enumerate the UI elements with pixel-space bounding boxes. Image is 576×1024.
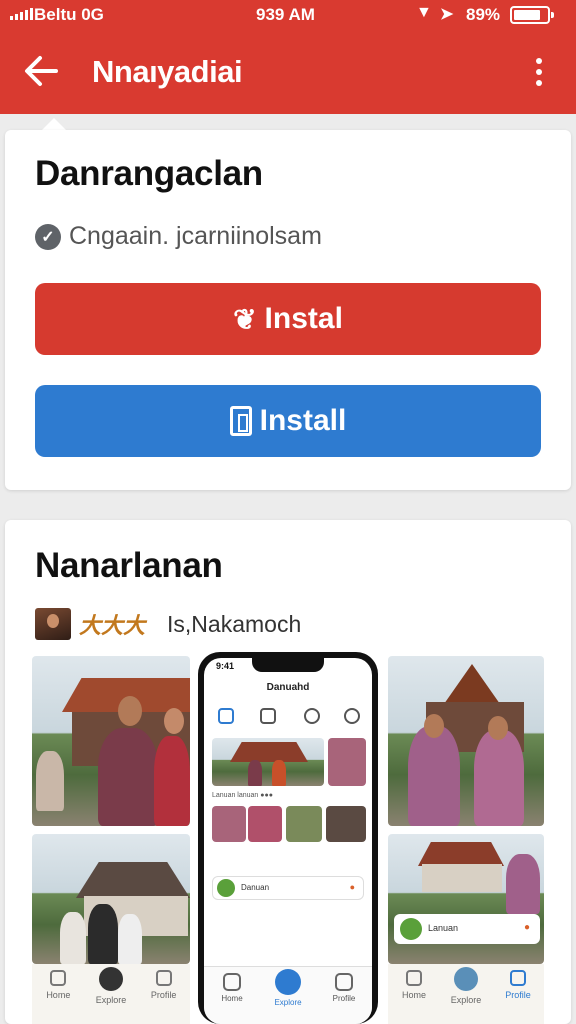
status-bar: Beltu 0G 939 AM ▼ ➤ 89%: [0, 0, 576, 32]
publisher-name[interactable]: Cngaain. jcarniinolsam: [69, 222, 322, 251]
install-button-secondary[interactable]: Install: [35, 385, 541, 457]
card-pointer: [42, 118, 66, 130]
phone-hero-image: [212, 738, 324, 786]
location-icon: ➤: [440, 6, 454, 23]
developer-row[interactable]: 大大大 Is,Nakamoch: [35, 608, 301, 640]
install-primary-label: Instal: [264, 302, 343, 335]
phone-list-item-1: Danuan ●: [212, 876, 364, 900]
download-icon: ❦: [233, 303, 257, 335]
verified-check-icon: ✓: [35, 223, 61, 250]
phone-screenshot[interactable]: 9:41 Danuahd Lanuan lanuan ●●● Danuan ● …: [198, 652, 378, 1024]
back-arrow-icon[interactable]: [18, 48, 64, 94]
carrier-label: Beltu 0G: [34, 5, 104, 24]
section-title: Nanarlanan: [35, 546, 223, 585]
app-bar-title: Nnaıyadiai: [92, 54, 243, 89]
phone-side-image: [328, 738, 366, 786]
publisher-row: ✓ Cngaain. jcarniinolsam: [35, 222, 322, 251]
app-bar: Nnaıyadiai: [0, 36, 576, 108]
install-secondary-label: Install: [259, 404, 347, 437]
phone-filter-icon: [344, 708, 360, 724]
phone-caption: Lanuan lanuan ●●●: [212, 792, 273, 799]
install-button-primary[interactable]: ❦ Instal: [35, 283, 541, 355]
developer-avatar: [35, 608, 71, 640]
clock: 939 AM: [256, 5, 315, 24]
top-bar: Beltu 0G 939 AM ▼ ➤ 89% Nnaıyadiai: [0, 0, 576, 114]
more-options-icon[interactable]: [522, 52, 556, 92]
phone-clock: 9:41: [216, 661, 235, 671]
phone-bookmark-icon: [260, 708, 276, 724]
screenshot-right-bottom[interactable]: Lanuan ●: [388, 834, 544, 964]
screenshot-left-bottom[interactable]: [32, 834, 190, 964]
phone-bottom-nav: Home Explore Profile: [204, 966, 372, 1024]
signal-icon: [10, 6, 33, 20]
nav-profile-left: Profile: [139, 970, 189, 1000]
phone-tab-icon: [218, 708, 234, 724]
screenshot-left-top[interactable]: [32, 656, 190, 826]
right-screenshot-nav: Home Explore Profile: [388, 964, 544, 1024]
app-name: Danrangaclan: [35, 154, 263, 193]
app-info-card: Danrangaclan ✓ Cngaain. jcarniinolsam ❦ …: [5, 130, 571, 490]
nav-home-left: Home: [33, 970, 83, 1000]
nav-profile-right: Profile: [493, 970, 543, 1000]
developer-badge: 大大大: [79, 613, 146, 639]
phone-screen: 9:41 Danuahd Lanuan lanuan ●●● Danuan ● …: [204, 658, 372, 1024]
tablet-icon: [229, 406, 252, 436]
battery-icon: [510, 6, 554, 24]
screenshot-right-top[interactable]: [388, 656, 544, 826]
phone-screen-title: Danuahd: [266, 682, 310, 693]
wifi-icon: ▼: [416, 4, 432, 21]
phone-search-icon: [304, 708, 320, 724]
developer-name: Is,Nakamoch: [167, 610, 302, 637]
left-screenshot-nav: Home Explore Profile: [32, 964, 190, 1024]
nav-home-right: Home: [389, 970, 439, 1000]
nav-explore-left: Explore: [86, 967, 136, 1005]
battery-percent: 89%: [466, 5, 501, 24]
nav-explore-right: Explore: [441, 967, 491, 1005]
